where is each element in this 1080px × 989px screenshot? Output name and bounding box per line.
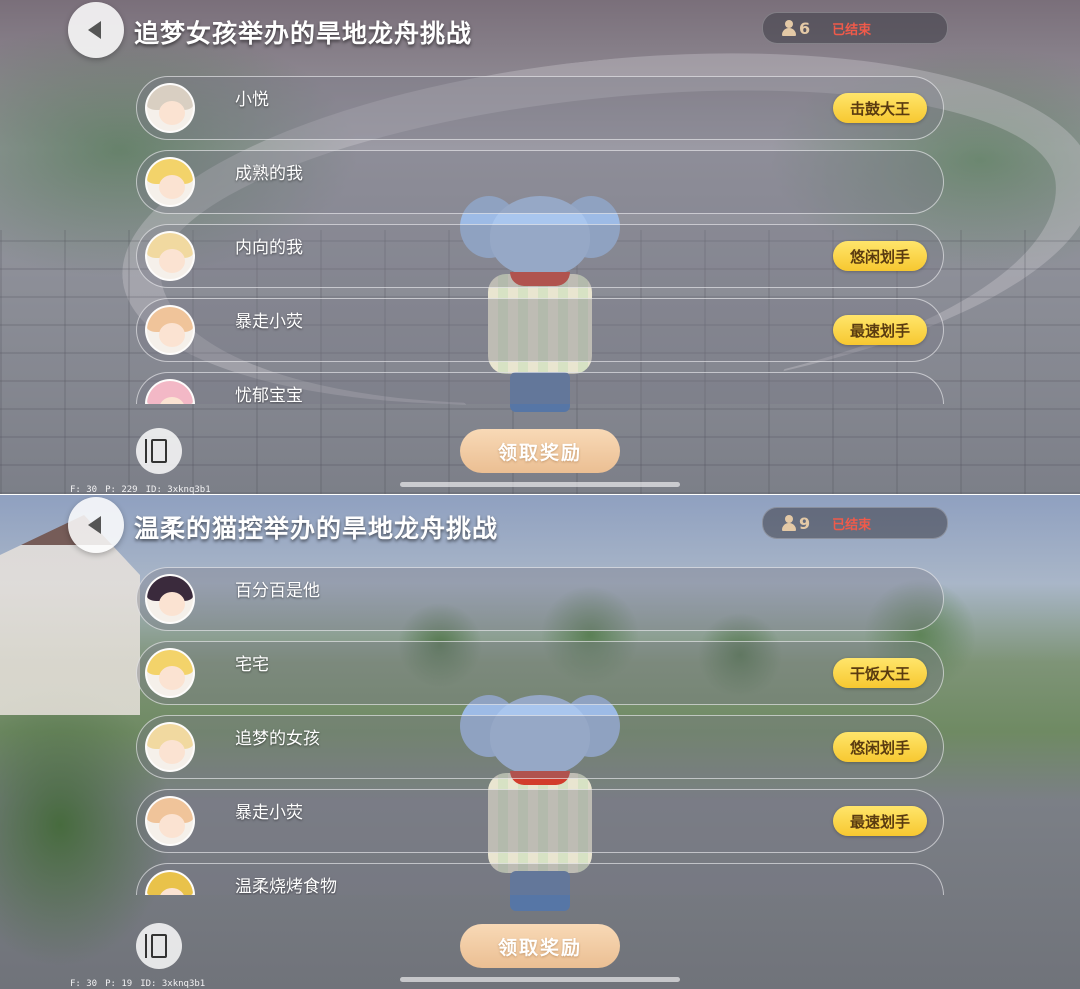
challenge-title: 温柔的猫控举办的旱地龙舟挑战 <box>134 514 499 543</box>
player-row[interactable]: 追梦的女孩 悠闲划手 <box>136 715 944 779</box>
back-button[interactable] <box>68 497 124 553</box>
player-name: 百分百是他 <box>235 581 320 601</box>
participant-status-pill: 6 已结束 <box>762 12 948 44</box>
debug-id: ID: 3xknq3b1 <box>140 979 206 989</box>
exit-door-icon <box>145 439 167 463</box>
player-avatar <box>145 574 195 624</box>
debug-ping: P: 19 <box>105 979 133 989</box>
debug-fps: F: 30 <box>70 485 98 494</box>
debug-info: F: 30 P: 229 ID: 3xknq3b1 <box>70 485 219 494</box>
player-avatar <box>145 305 195 355</box>
back-button[interactable] <box>68 2 124 58</box>
back-arrow-icon <box>88 21 101 39</box>
player-row[interactable]: 成熟的我 <box>136 150 944 214</box>
player-name: 小悦 <box>235 90 269 110</box>
exit-door-icon <box>145 934 167 958</box>
exit-button[interactable] <box>136 923 182 969</box>
back-arrow-icon <box>88 516 101 534</box>
player-list[interactable]: 小悦 击鼓大王 成熟的我 内向的我 悠闲划手 暴走小荧 最速划手 忧郁宝宝 <box>136 76 944 404</box>
player-name: 暴走小荧 <box>235 312 303 332</box>
player-name: 忧郁宝宝 <box>235 386 303 404</box>
exit-button[interactable] <box>136 428 182 474</box>
player-name: 追梦的女孩 <box>235 729 320 749</box>
participant-status-pill: 9 已结束 <box>762 507 948 539</box>
player-title-badge: 最速划手 <box>833 806 927 836</box>
player-avatar <box>145 157 195 207</box>
player-name: 内向的我 <box>235 238 303 258</box>
person-icon <box>781 20 797 36</box>
player-avatar <box>145 379 195 404</box>
player-row[interactable]: 百分百是他 <box>136 567 944 631</box>
participant-count: 9 <box>799 513 811 533</box>
claim-reward-button[interactable]: 领取奖励 <box>460 429 620 473</box>
player-avatar <box>145 648 195 698</box>
player-title-badge: 悠闲划手 <box>833 732 927 762</box>
challenge-panel-1: 追梦女孩举办的旱地龙舟挑战 6 已结束 小悦 击鼓大王 成熟的我 内向的我 悠闲… <box>0 0 1080 494</box>
player-row[interactable]: 温柔烧烤食物 <box>136 863 944 895</box>
challenge-title: 追梦女孩举办的旱地龙舟挑战 <box>134 19 473 48</box>
player-avatar <box>145 722 195 772</box>
debug-id: ID: 3xknq3b1 <box>145 485 211 494</box>
claim-reward-button[interactable]: 领取奖励 <box>460 924 620 968</box>
player-avatar <box>145 870 195 895</box>
player-name: 暴走小荧 <box>235 803 303 823</box>
player-row[interactable]: 内向的我 悠闲划手 <box>136 224 944 288</box>
player-avatar <box>145 83 195 133</box>
player-name: 成熟的我 <box>235 164 303 184</box>
debug-fps: F: 30 <box>70 979 98 989</box>
home-indicator <box>400 482 680 487</box>
challenge-panel-2: 温柔的猫控举办的旱地龙舟挑战 9 已结束 百分百是他 宅宅 干饭大王 追梦的女孩… <box>0 495 1080 989</box>
player-list[interactable]: 百分百是他 宅宅 干饭大王 追梦的女孩 悠闲划手 暴走小荧 最速划手 温柔烧烤食… <box>136 567 944 895</box>
player-title-badge: 悠闲划手 <box>833 241 927 271</box>
status-text: 已结束 <box>832 22 872 38</box>
player-row[interactable]: 宅宅 干饭大王 <box>136 641 944 705</box>
status-text: 已结束 <box>832 517 872 533</box>
player-avatar <box>145 231 195 281</box>
person-icon <box>781 515 797 531</box>
player-avatar <box>145 796 195 846</box>
player-title-badge: 击鼓大王 <box>833 93 927 123</box>
player-name: 宅宅 <box>235 655 269 675</box>
player-title-badge: 最速划手 <box>833 315 927 345</box>
debug-info: F: 30 P: 19 ID: 3xknq3b1 <box>70 979 213 989</box>
player-row[interactable]: 暴走小荧 最速划手 <box>136 789 944 853</box>
player-row[interactable]: 暴走小荧 最速划手 <box>136 298 944 362</box>
participant-count: 6 <box>799 18 811 38</box>
player-row[interactable]: 小悦 击鼓大王 <box>136 76 944 140</box>
player-name: 温柔烧烤食物 <box>235 877 337 895</box>
home-indicator <box>400 977 680 982</box>
player-title-badge: 干饭大王 <box>833 658 927 688</box>
scene-house <box>0 515 140 715</box>
debug-ping: P: 229 <box>105 485 138 494</box>
player-row[interactable]: 忧郁宝宝 <box>136 372 944 404</box>
